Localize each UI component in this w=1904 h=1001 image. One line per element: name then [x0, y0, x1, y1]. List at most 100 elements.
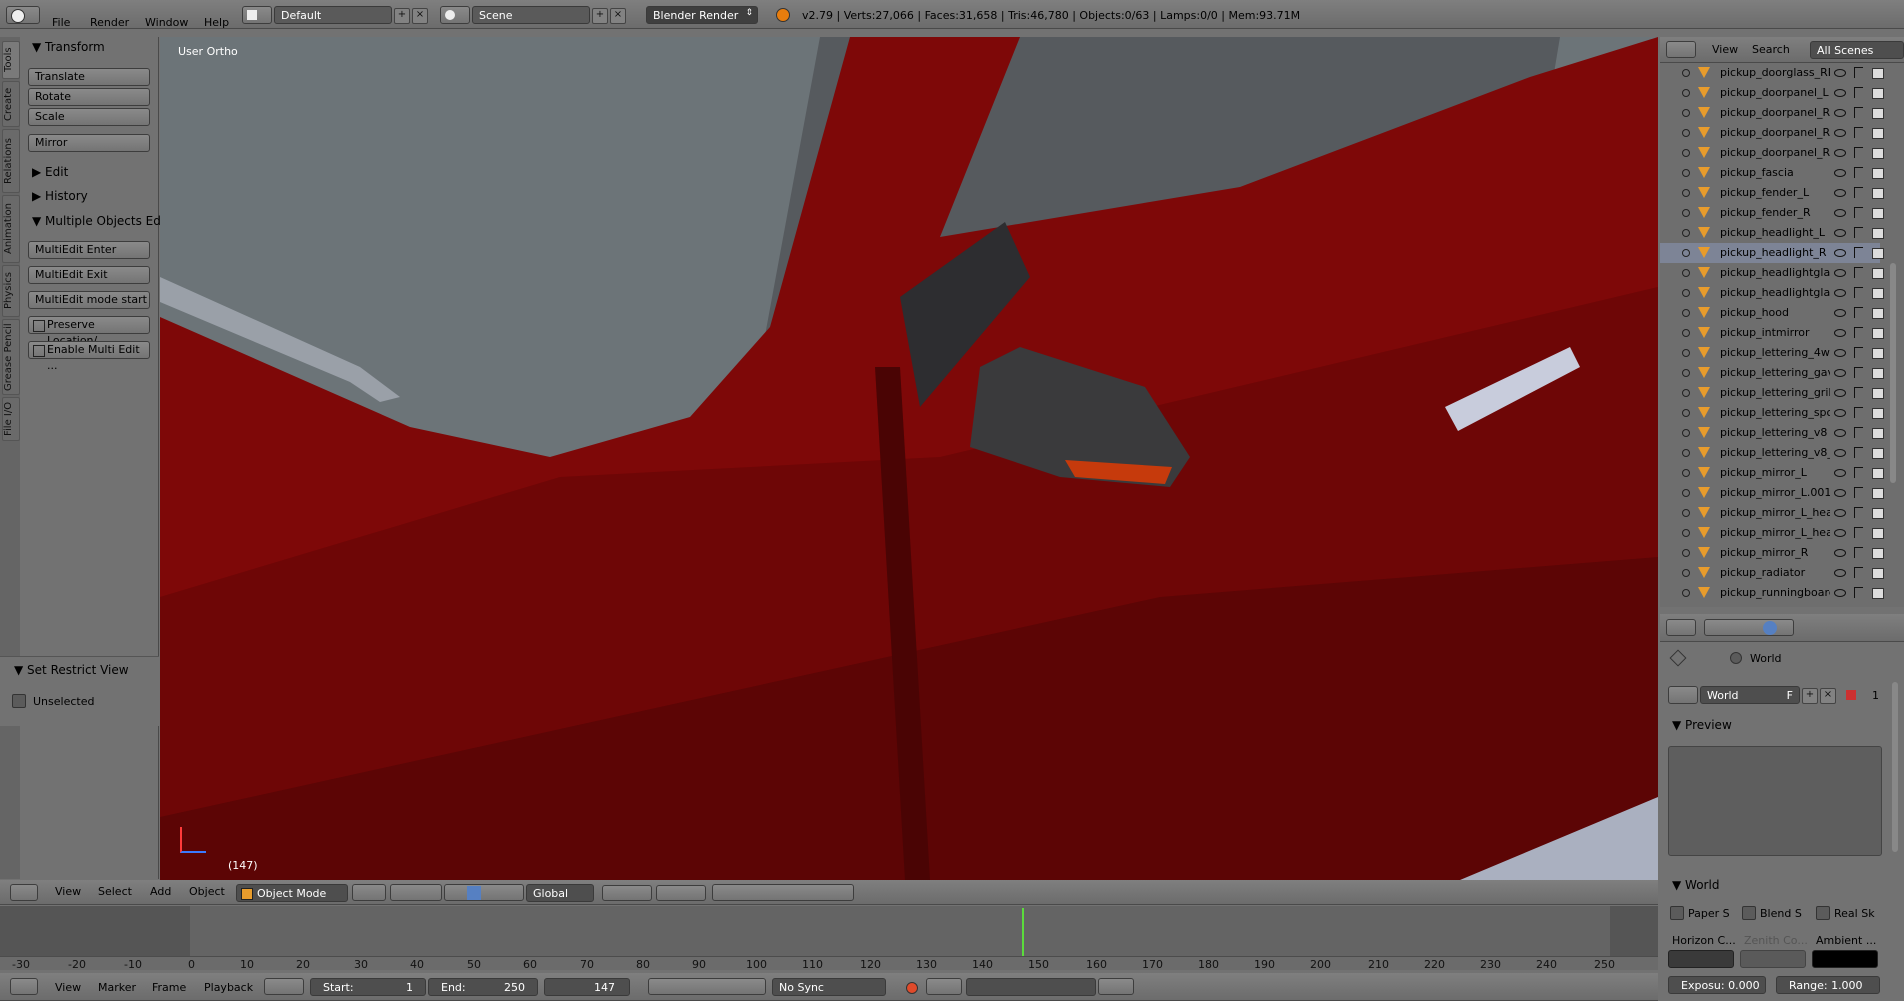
menu-frame[interactable]: Frame — [152, 981, 186, 994]
add-layout-button[interactable]: + — [394, 8, 410, 24]
expand-icon[interactable] — [1682, 269, 1690, 277]
render-camera-icon[interactable] — [1872, 448, 1884, 459]
outliner-row[interactable]: pickup_intmirror — [1660, 323, 1884, 343]
menu-marker[interactable]: Marker — [98, 981, 136, 994]
cursor-select-icon[interactable] — [1854, 107, 1863, 118]
menu-select[interactable]: Select — [98, 885, 132, 898]
outliner-editor-type-button[interactable] — [1666, 41, 1696, 58]
render-camera-icon[interactable] — [1872, 468, 1884, 479]
render-camera-icon[interactable] — [1872, 388, 1884, 399]
expand-icon[interactable] — [1682, 369, 1690, 377]
multiedit-mode-start-button[interactable]: MultiEdit mode start — [28, 291, 150, 309]
outliner-menu-search[interactable]: Search — [1752, 43, 1790, 56]
object-name[interactable]: pickup_mirror_R — [1720, 543, 1830, 563]
multi-edit-panel-header[interactable]: ▼ Multiple Objects Edit — [32, 214, 169, 228]
outliner-row[interactable]: pickup_radiator — [1660, 563, 1884, 583]
expand-icon[interactable] — [1682, 389, 1690, 397]
eye-icon[interactable] — [1834, 329, 1846, 337]
render-engine-select[interactable]: Blender Render ⇕ — [646, 6, 758, 24]
real-sky-checkbox[interactable] — [1816, 906, 1830, 920]
expand-icon[interactable] — [1682, 209, 1690, 217]
outliner-row[interactable]: pickup_headlight_R — [1660, 243, 1884, 263]
range-field[interactable]: Range: 1.000 — [1776, 976, 1880, 994]
object-name[interactable]: pickup_doorpanel_R — [1720, 103, 1830, 123]
cursor-select-icon[interactable] — [1854, 67, 1863, 78]
cursor-select-icon[interactable] — [1854, 207, 1863, 218]
expand-icon[interactable] — [1682, 569, 1690, 577]
blend-sky-checkbox[interactable] — [1742, 906, 1756, 920]
render-camera-icon[interactable] — [1872, 248, 1884, 259]
preview-panel-header[interactable]: ▼ Preview — [1672, 718, 1732, 732]
object-name[interactable]: pickup_mirror_L.001 — [1720, 483, 1830, 503]
outliner-row[interactable]: pickup_mirror_L_heav — [1660, 523, 1884, 543]
cursor-select-icon[interactable] — [1854, 387, 1863, 398]
render-camera-icon[interactable] — [1872, 168, 1884, 179]
cursor-select-icon[interactable] — [1854, 247, 1863, 258]
expand-icon[interactable] — [1682, 469, 1690, 477]
outliner-row[interactable]: pickup_doorpanel_RL — [1660, 123, 1884, 143]
playback-controls[interactable] — [648, 978, 766, 995]
eye-icon[interactable] — [1834, 189, 1846, 197]
editor-type-timeline-button[interactable] — [10, 978, 38, 995]
enable-multi-edit-button[interactable]: Enable Multi Edit ... — [28, 341, 150, 372]
world-name-field[interactable]: World F — [1700, 686, 1800, 704]
outliner-menu-view[interactable]: View — [1712, 43, 1738, 56]
edit-panel-header[interactable]: ▶ Edit — [32, 165, 68, 179]
object-name[interactable]: pickup_doorpanel_RL — [1720, 123, 1830, 143]
eye-icon[interactable] — [1834, 489, 1846, 497]
outliner-row[interactable]: pickup_runningboard — [1660, 583, 1884, 603]
render-camera-icon[interactable] — [1872, 68, 1884, 79]
outliner-row[interactable]: pickup_doorglass_RR — [1660, 63, 1884, 83]
exposure-field[interactable]: Exposu: 0.000 — [1668, 976, 1766, 994]
object-name[interactable]: pickup_lettering_grille — [1720, 383, 1830, 403]
outliner-row[interactable]: pickup_doorpanel_R — [1660, 103, 1884, 123]
expand-icon[interactable] — [1682, 109, 1690, 117]
outliner-row[interactable]: pickup_lettering_grille — [1660, 383, 1884, 403]
render-camera-icon[interactable] — [1872, 188, 1884, 199]
keying-set-button[interactable] — [926, 978, 962, 995]
eye-icon[interactable] — [1834, 509, 1846, 517]
object-name[interactable]: pickup_doorpanel_RR — [1720, 143, 1830, 163]
object-name[interactable]: pickup_headlightglass — [1720, 283, 1830, 303]
key-buttons[interactable] — [1098, 978, 1134, 995]
display-mode-select[interactable]: All Scenes — [1810, 41, 1904, 59]
cursor-select-icon[interactable] — [1854, 487, 1863, 498]
eye-icon[interactable] — [1834, 589, 1846, 597]
eye-icon[interactable] — [1834, 409, 1846, 417]
outliner-row[interactable]: pickup_lettering_gavr — [1660, 363, 1884, 383]
cursor-select-icon[interactable] — [1854, 267, 1863, 278]
outliner-row[interactable]: pickup_headlight_L — [1660, 223, 1884, 243]
expand-icon[interactable] — [1682, 489, 1690, 497]
tab-create[interactable]: Create — [2, 81, 20, 127]
scene-name-field[interactable]: Scene — [472, 6, 590, 24]
object-name[interactable]: pickup_intmirror — [1720, 323, 1830, 343]
sync-select[interactable]: No Sync — [772, 978, 886, 996]
render-camera-icon[interactable] — [1872, 348, 1884, 359]
eye-icon[interactable] — [1834, 369, 1846, 377]
expand-icon[interactable] — [1682, 229, 1690, 237]
context-tabs[interactable] — [1704, 619, 1794, 636]
manipulator-button[interactable] — [444, 884, 524, 901]
eye-icon[interactable] — [1834, 449, 1846, 457]
layers-grid-1[interactable] — [602, 885, 652, 901]
eye-icon[interactable] — [1834, 229, 1846, 237]
outliner-row[interactable]: pickup_doorpanel_RR — [1660, 143, 1884, 163]
cursor-select-icon[interactable] — [1854, 587, 1863, 598]
expand-icon[interactable] — [1682, 69, 1690, 77]
3d-viewport[interactable]: User Ortho (147) — [160, 37, 1658, 880]
expand-icon[interactable] — [1682, 309, 1690, 317]
mode-select[interactable]: Object Mode — [236, 884, 348, 902]
menu-file[interactable]: File — [52, 16, 70, 29]
remove-world-button[interactable]: × — [1820, 688, 1836, 704]
eye-icon[interactable] — [1834, 269, 1846, 277]
render-camera-icon[interactable] — [1872, 568, 1884, 579]
expand-icon[interactable] — [1682, 289, 1690, 297]
expand-icon[interactable] — [1682, 589, 1690, 597]
expand-icon[interactable] — [1682, 329, 1690, 337]
end-frame-field[interactable]: End: 250 — [428, 978, 538, 996]
mirror-button[interactable]: Mirror — [28, 134, 150, 152]
tab-relations[interactable]: Relations — [2, 129, 20, 193]
cursor-select-icon[interactable] — [1854, 467, 1863, 478]
cursor-select-icon[interactable] — [1854, 507, 1863, 518]
render-camera-icon[interactable] — [1872, 268, 1884, 279]
